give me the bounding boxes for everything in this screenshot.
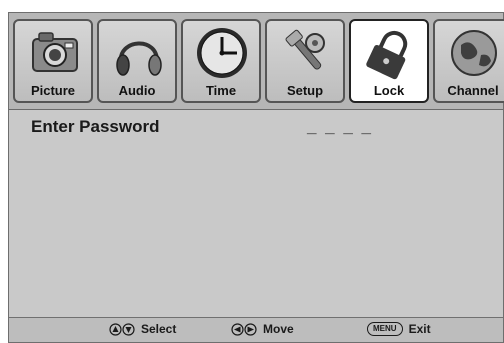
tab-picture[interactable]: Picture: [13, 19, 93, 103]
tab-label: Time: [205, 83, 237, 98]
menu-key-icon: MENU: [367, 322, 403, 336]
tab-channel[interactable]: Channel: [433, 19, 504, 103]
tab-label: Audio: [118, 83, 156, 98]
lock-icon: [366, 30, 408, 80]
clock-icon: [197, 28, 247, 78]
move-hint-label: Move: [263, 322, 294, 336]
headphones-icon: [116, 41, 162, 76]
exit-hint-label: Exit: [408, 322, 431, 336]
enter-password-label: Enter Password: [31, 117, 160, 136]
tab-audio[interactable]: Audio: [97, 19, 177, 103]
camera-icon: [32, 32, 78, 72]
tab-label: Picture: [30, 83, 76, 98]
move-hint: Move: [231, 322, 294, 336]
exit-hint: MENU Exit: [367, 322, 431, 336]
select-hint: Select: [109, 322, 176, 336]
menu-tab-bar: Picture Audio Time Setup Lock Channel: [9, 13, 504, 110]
select-hint-label: Select: [141, 322, 177, 336]
tools-icon: [285, 29, 325, 70]
password-field[interactable]: _ _ _ _: [307, 117, 373, 137]
lock-menu-screen: Picture Audio Time Setup Lock Channel En…: [8, 12, 504, 343]
tab-label: Channel: [447, 83, 499, 98]
tab-time[interactable]: Time: [181, 19, 261, 103]
tab-lock[interactable]: Lock: [349, 19, 429, 103]
tab-label: Lock: [373, 83, 405, 98]
up-down-arrows-icon: [109, 322, 135, 336]
tab-label: Setup: [286, 83, 324, 98]
footer-hint-bar: Select Move MENU Exit: [9, 317, 503, 342]
tab-setup[interactable]: Setup: [265, 19, 345, 103]
left-right-arrows-icon: [231, 322, 257, 336]
globe-icon: [451, 30, 497, 76]
